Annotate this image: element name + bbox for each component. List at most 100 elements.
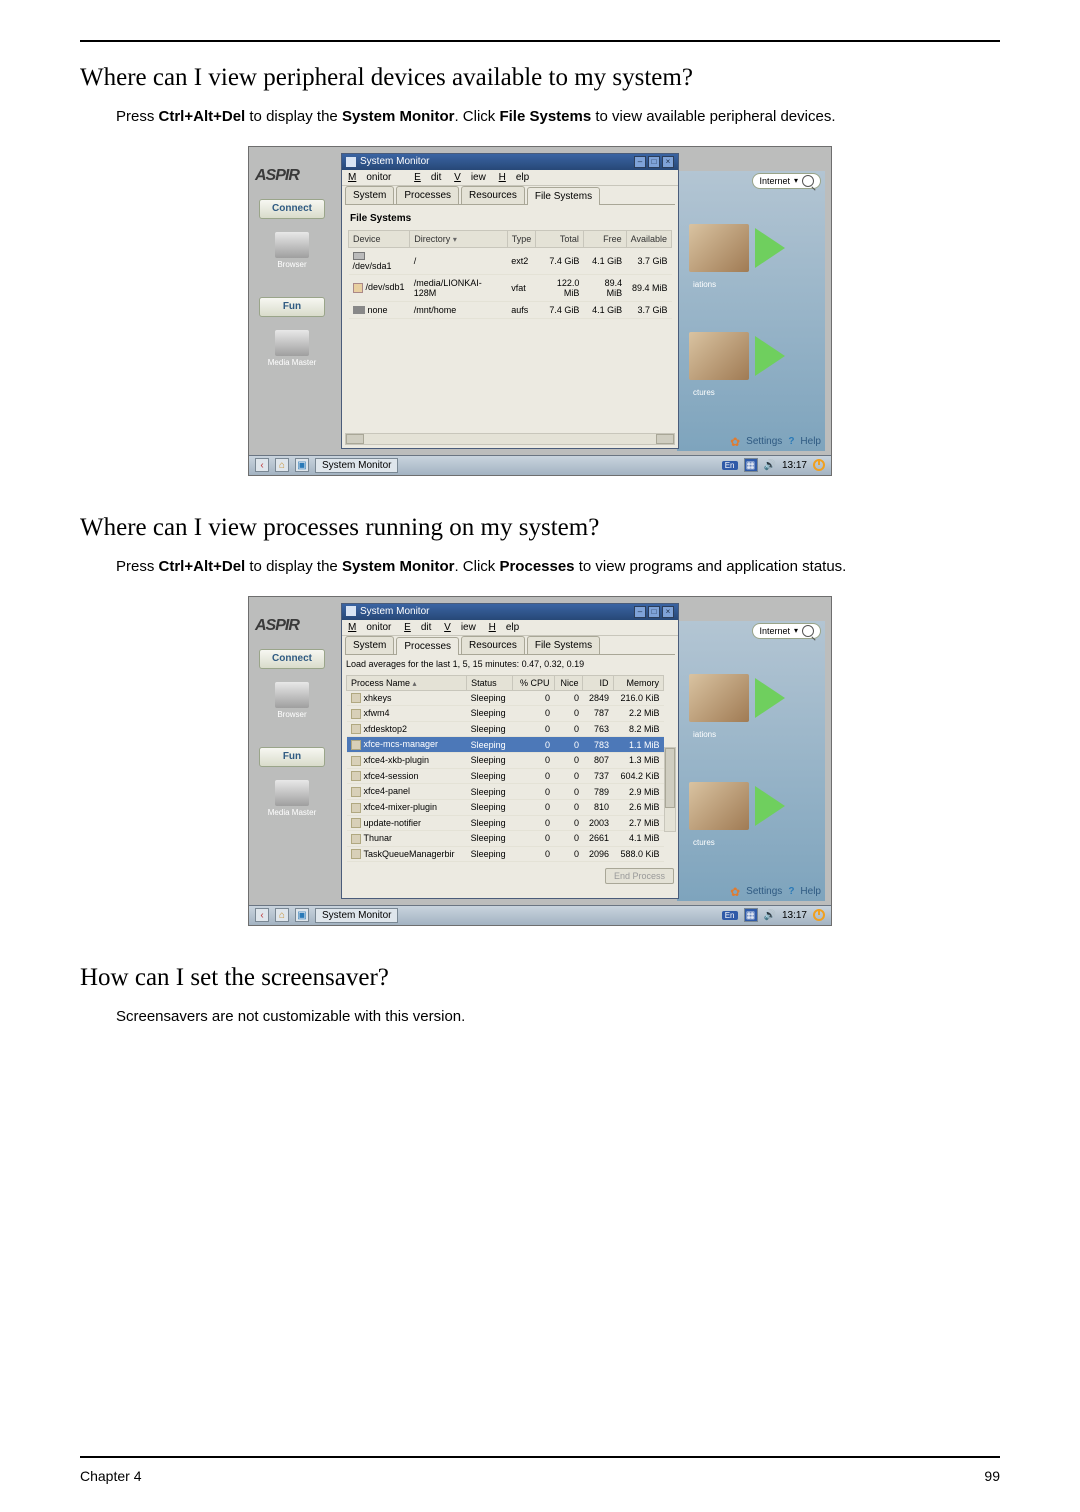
- volume-icon[interactable]: 🔊: [764, 910, 776, 921]
- close-icon[interactable]: ×: [662, 156, 674, 168]
- connect-button[interactable]: Connect: [259, 199, 325, 219]
- col-name[interactable]: Process Name ▴: [347, 675, 467, 690]
- sort-icon: ▴: [413, 679, 417, 688]
- col-directory[interactable]: Directory ▾: [410, 230, 507, 247]
- instruction-q2: Press Ctrl+Alt+Del to display the System…: [116, 556, 1000, 578]
- scrollbar-vertical[interactable]: [664, 747, 676, 833]
- table-row[interactable]: xfce-mcs-managerSleeping007831.1 MiB: [347, 737, 664, 753]
- internet-dropdown[interactable]: Internet▾: [752, 623, 821, 639]
- keyboard-indicator[interactable]: En: [722, 461, 738, 470]
- table-row[interactable]: xfwm4Sleeping007872.2 MiB: [347, 706, 664, 722]
- col-memory[interactable]: Memory: [613, 675, 663, 690]
- filesystems-table: Device Directory ▾ Type Total Free Avail…: [348, 230, 672, 319]
- col-nice[interactable]: Nice: [554, 675, 583, 690]
- table-row[interactable]: ThunarSleeping0026614.1 MiB: [347, 831, 664, 847]
- play-icon: [755, 228, 785, 268]
- power-icon[interactable]: [813, 909, 825, 921]
- gear-icon[interactable]: ✿: [730, 435, 740, 449]
- tab-resources[interactable]: Resources: [461, 636, 525, 654]
- keyboard-indicator[interactable]: En: [722, 911, 738, 920]
- col-status[interactable]: Status: [467, 675, 513, 690]
- taskbar: ‹ ⌂ ▣ System Monitor En ▦ 🔊 13:17: [249, 905, 831, 925]
- tab-processes[interactable]: Processes: [396, 637, 459, 655]
- back-button[interactable]: ‹: [255, 458, 269, 472]
- tab-system[interactable]: System: [345, 636, 394, 654]
- logo: ASPIR: [255, 617, 341, 635]
- media-master-icon[interactable]: Media Master: [267, 775, 317, 823]
- power-icon[interactable]: [813, 459, 825, 471]
- table-row[interactable]: xhkeysSleeping002849216.0 KiB: [347, 690, 664, 706]
- table-row[interactable]: xfce4-panelSleeping007892.9 MiB: [347, 784, 664, 800]
- tab-system[interactable]: System: [345, 186, 394, 204]
- table-row[interactable]: TaskQueueManagerbirSleeping002096588.0 K…: [347, 846, 664, 862]
- preview-tile-1[interactable]: iations: [689, 209, 819, 287]
- tab-filesystems[interactable]: File Systems: [527, 187, 600, 205]
- col-cpu[interactable]: % CPU: [513, 675, 554, 690]
- connect-button[interactable]: Connect: [259, 649, 325, 669]
- help-icon[interactable]: ?: [788, 886, 794, 897]
- taskbar-item[interactable]: System Monitor: [315, 908, 398, 923]
- home-button[interactable]: ⌂: [275, 908, 289, 922]
- process-icon: [351, 803, 361, 813]
- col-type[interactable]: Type: [507, 230, 536, 247]
- search-icon[interactable]: [802, 625, 814, 637]
- media-master-icon[interactable]: Media Master: [267, 325, 317, 373]
- table-row[interactable]: xfce4-xkb-pluginSleeping008071.3 MiB: [347, 753, 664, 769]
- minimize-icon[interactable]: –: [634, 156, 646, 168]
- play-icon: [755, 786, 785, 826]
- table-row[interactable]: xfdesktop2Sleeping007638.2 MiB: [347, 721, 664, 737]
- table-row[interactable]: update-notifierSleeping0020032.7 MiB: [347, 815, 664, 831]
- window-title: System Monitor: [360, 156, 429, 167]
- up-button[interactable]: ▣: [295, 458, 309, 472]
- system-monitor-window: System Monitor – □ × Monitor Edit View H…: [341, 153, 679, 449]
- table-row[interactable]: xfce4-sessionSleeping00737604.2 KiB: [347, 768, 664, 784]
- browser-icon[interactable]: Browser: [267, 227, 317, 275]
- close-icon[interactable]: ×: [662, 606, 674, 618]
- settings-link[interactable]: Settings: [746, 436, 782, 447]
- table-row[interactable]: /dev/sda1/ext27.4 GiB4.1 GiB3.7 GiB: [349, 247, 672, 274]
- preview-tile-2[interactable]: ctures: [689, 767, 819, 845]
- col-total[interactable]: Total: [536, 230, 584, 247]
- gear-icon[interactable]: ✿: [730, 885, 740, 899]
- volume-icon[interactable]: 🔊: [764, 460, 776, 471]
- up-button[interactable]: ▣: [295, 908, 309, 922]
- scrollbar-horizontal[interactable]: [345, 433, 675, 445]
- help-link[interactable]: Help: [800, 886, 821, 897]
- panel-title: File Systems: [350, 213, 672, 224]
- back-button[interactable]: ‹: [255, 908, 269, 922]
- help-icon[interactable]: ?: [788, 436, 794, 447]
- fun-button[interactable]: Fun: [259, 747, 325, 767]
- menu-bar[interactable]: Monitor Edit View Help: [342, 170, 678, 186]
- taskbar-item[interactable]: System Monitor: [315, 458, 398, 473]
- screenshot-filesystems: ASPIR Connect Browser Fun Media Master I…: [248, 146, 832, 476]
- search-icon[interactable]: [802, 175, 814, 187]
- tab-processes[interactable]: Processes: [396, 186, 459, 204]
- home-button[interactable]: ⌂: [275, 458, 289, 472]
- preview-tile-2[interactable]: ctures: [689, 317, 819, 395]
- table-row[interactable]: none/mnt/homeaufs7.4 GiB4.1 GiB3.7 GiB: [349, 301, 672, 318]
- internet-dropdown[interactable]: Internet▾: [752, 173, 821, 189]
- table-row[interactable]: xfce4-mixer-pluginSleeping008102.6 MiB: [347, 799, 664, 815]
- preview-tile-1[interactable]: iations: [689, 659, 819, 737]
- maximize-icon[interactable]: □: [648, 606, 660, 618]
- menu-bar[interactable]: Monitor Edit View Help: [342, 620, 678, 636]
- hdd-icon: [353, 252, 365, 260]
- col-free[interactable]: Free: [583, 230, 626, 247]
- help-link[interactable]: Help: [800, 436, 821, 447]
- end-process-button[interactable]: End Process: [605, 868, 674, 884]
- tray-icon[interactable]: ▦: [744, 458, 758, 472]
- tab-filesystems[interactable]: File Systems: [527, 636, 600, 654]
- col-id[interactable]: ID: [583, 675, 613, 690]
- settings-link[interactable]: Settings: [746, 886, 782, 897]
- maximize-icon[interactable]: □: [648, 156, 660, 168]
- col-available[interactable]: Available: [626, 230, 671, 247]
- tab-resources[interactable]: Resources: [461, 186, 525, 204]
- process-icon: [351, 834, 361, 844]
- table-row[interactable]: /dev/sdb1/media/LIONKAI-128Mvfat122.0 Mi…: [349, 274, 672, 301]
- col-device[interactable]: Device: [349, 230, 410, 247]
- fun-button[interactable]: Fun: [259, 297, 325, 317]
- process-icon: [351, 709, 361, 719]
- tray-icon[interactable]: ▦: [744, 908, 758, 922]
- browser-icon[interactable]: Browser: [267, 677, 317, 725]
- minimize-icon[interactable]: –: [634, 606, 646, 618]
